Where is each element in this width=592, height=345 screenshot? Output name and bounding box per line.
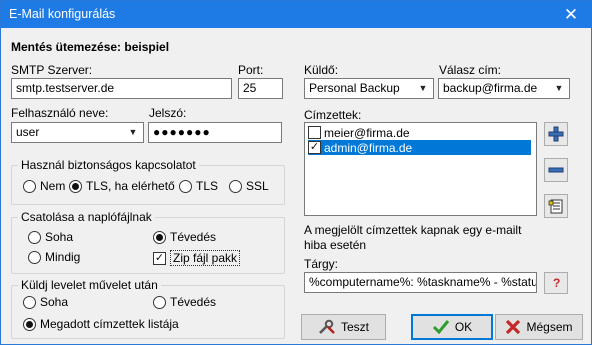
close-icon[interactable]: ✕ — [551, 1, 591, 28]
username-select[interactable]: user ▼ — [11, 122, 144, 143]
attach-logfile-group: Csatolása a naplófájlnak — [11, 210, 285, 274]
radio-send-never[interactable]: Soha — [23, 295, 68, 309]
help-button[interactable]: ? — [544, 272, 568, 294]
plus-icon — [548, 126, 564, 142]
attach-logfile-legend: Csatolása a naplófájlnak — [18, 210, 155, 224]
list-item[interactable]: meier@firma.de — [308, 125, 531, 140]
password-label: Jelszó: — [149, 106, 187, 120]
password-input[interactable]: ●●●●●●● — [148, 122, 282, 143]
smtp-server-input[interactable]: smtp.testserver.de — [11, 78, 232, 99]
username-label: Felhasználó neve: — [11, 106, 109, 120]
radio-indicator — [69, 179, 82, 193]
radio-label: Nem — [40, 179, 66, 193]
radio-attach-always[interactable]: Mindig — [28, 250, 80, 264]
username-value: user — [16, 125, 40, 139]
cancel-x-icon — [506, 319, 521, 335]
subject-label: Tárgy: — [304, 257, 339, 271]
radio-send-recipient-list[interactable]: Megadott címzettek listája — [23, 317, 179, 331]
radio-indicator — [179, 179, 192, 193]
reply-to-value: backup@firma.de — [443, 81, 538, 95]
radio-secure-tls[interactable]: TLS — [179, 179, 218, 193]
radio-indicator — [28, 250, 41, 264]
radio-label: Soha — [45, 230, 74, 244]
recipients-listbox[interactable]: meier@firma.de ✓ admin@firma.de — [304, 122, 537, 216]
radio-indicator — [23, 295, 36, 309]
sender-label: Küldő: — [304, 63, 339, 77]
recipients-label: Címzettek: — [304, 108, 362, 122]
reply-to-label: Válasz cím: — [439, 63, 502, 77]
cancel-button[interactable]: Mégsem — [495, 314, 583, 340]
list-item[interactable]: ✓ admin@firma.de — [308, 140, 531, 155]
radio-secure-tls-if-available[interactable]: TLS, ha elérhető — [69, 179, 175, 193]
radio-label: TLS — [196, 179, 219, 193]
radio-indicator — [23, 179, 36, 193]
ok-button-label: OK — [454, 320, 473, 334]
recipients-note: A megjelölt címzettek kapnak egy e-mailt… — [304, 223, 522, 252]
radio-secure-no[interactable]: Nem — [23, 179, 65, 193]
zip-checkbox-label: Zip fájl pakk — [170, 250, 241, 266]
chevron-down-icon: ▼ — [554, 83, 564, 93]
radio-attach-error[interactable]: Tévedés — [153, 230, 216, 244]
radio-secure-ssl[interactable]: SSL — [229, 179, 269, 193]
reply-to-select[interactable]: backup@firma.de ▼ — [438, 78, 570, 99]
title-bar: E-Mail konfigurálás ✕ — [1, 1, 591, 28]
radio-indicator — [229, 179, 242, 193]
subject-input[interactable]: %computername%: %taskname% - %status% — [304, 272, 537, 293]
ok-button[interactable]: OK — [411, 314, 493, 340]
port-input[interactable]: 25 — [238, 78, 283, 99]
edit-recipients-button[interactable] — [544, 194, 568, 218]
send-after-legend: Küldj levelet művelet után — [18, 278, 161, 292]
check-icon — [432, 320, 449, 335]
test-button[interactable]: Teszt — [301, 314, 386, 340]
recipient-address: meier@firma.de — [324, 125, 410, 140]
remove-recipient-button[interactable] — [544, 158, 568, 182]
chevron-down-icon: ▼ — [128, 127, 138, 137]
checkmark-icon: ✓ — [153, 251, 166, 265]
zip-checkbox[interactable]: ✓ Zip fájl pakk — [153, 250, 241, 266]
radio-label: Megadott címzettek listája — [40, 317, 179, 331]
recipient-checkbox[interactable]: ✓ — [308, 141, 321, 154]
tools-icon — [319, 319, 335, 334]
radio-label: TLS, ha elérhető — [86, 179, 175, 193]
sender-value: Personal Backup — [309, 81, 400, 95]
radio-indicator — [23, 317, 36, 331]
recipient-checkbox[interactable] — [308, 126, 321, 139]
test-button-label: Teszt — [340, 320, 369, 334]
radio-label: Soha — [40, 295, 69, 309]
window-title: E-Mail konfigurálás — [9, 7, 116, 21]
radio-indicator — [153, 295, 166, 309]
radio-indicator — [153, 230, 166, 244]
radio-attach-never[interactable]: Soha — [28, 230, 73, 244]
secure-connection-legend: Használ biztonságos kapcsolatot — [18, 158, 199, 172]
add-recipient-button[interactable] — [544, 122, 568, 146]
recipient-address: admin@firma.de — [324, 140, 413, 155]
cancel-button-label: Mégsem — [526, 320, 573, 334]
radio-send-error[interactable]: Tévedés — [153, 295, 216, 309]
radio-label: Tévedés — [170, 230, 217, 244]
radio-indicator — [28, 230, 41, 244]
radio-label: Tévedés — [170, 295, 217, 309]
question-icon: ? — [553, 276, 561, 290]
email-config-dialog: E-Mail konfigurálás ✕ Mentés ütemezése: … — [0, 0, 592, 345]
smtp-label: SMTP Szerver: — [11, 63, 93, 77]
minus-icon — [548, 167, 564, 173]
radio-label: SSL — [246, 179, 269, 193]
chevron-down-icon: ▼ — [418, 83, 428, 93]
radio-label: Mindig — [45, 250, 81, 264]
schedule-heading: Mentés ütemezése: beispiel — [11, 40, 170, 54]
notepad-icon — [548, 199, 563, 214]
port-label: Port: — [238, 63, 264, 77]
sender-select[interactable]: Personal Backup ▼ — [304, 78, 434, 99]
